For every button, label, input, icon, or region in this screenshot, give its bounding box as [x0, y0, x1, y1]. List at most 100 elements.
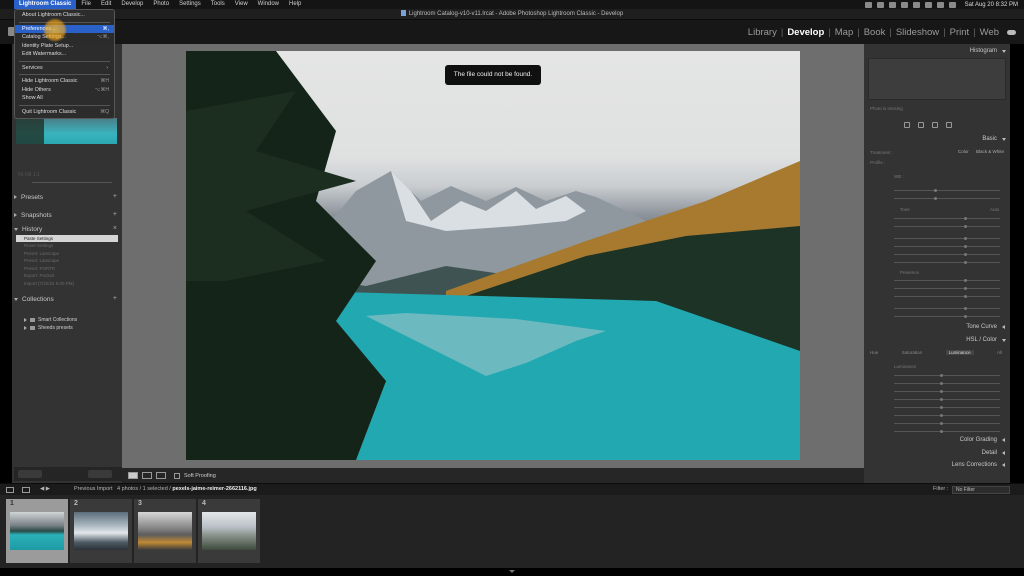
lum-red-slider[interactable]	[894, 374, 1000, 377]
collection-item[interactable]: Sheeds presets	[16, 324, 118, 332]
lum-purple-slider[interactable]	[894, 422, 1000, 425]
history-item[interactable]: Preset: Lanscape	[16, 250, 118, 257]
lum-magenta-slider[interactable]	[894, 430, 1000, 433]
lum-green-slider[interactable]	[894, 398, 1000, 401]
lum-aqua-slider[interactable]	[894, 406, 1000, 409]
history-item[interactable]: Preset: Lanscape	[16, 257, 118, 264]
menu-services[interactable]: Services ›	[15, 64, 114, 73]
color-grading-header[interactable]: Color Grading	[867, 435, 1007, 446]
menu-hide-others[interactable]: Hide Others ⌥⌘H	[15, 86, 114, 95]
healing-tool-icon[interactable]	[918, 122, 924, 128]
filmstrip-cell[interactable]: 3	[134, 499, 196, 563]
menu-hide-app[interactable]: Hide Lightroom Classic ⌘H	[15, 77, 114, 86]
menu-view[interactable]: View	[230, 0, 253, 9]
module-slideshow[interactable]: Slideshow	[892, 27, 943, 38]
lum-yellow-slider[interactable]	[894, 390, 1000, 393]
history-item[interactable]: Export: Portrait	[16, 272, 118, 279]
menu-window[interactable]: Window	[253, 0, 284, 9]
module-print[interactable]: Print	[946, 27, 974, 38]
main-photo[interactable]	[186, 51, 800, 460]
cloud-sync-icon[interactable]	[1007, 30, 1016, 35]
histogram-header[interactable]: Histogram	[867, 46, 1007, 57]
temp-slider[interactable]	[894, 189, 1000, 192]
bluetooth-icon[interactable]	[900, 1, 908, 8]
navigator-zoom-options[interactable]: Fit Fill 1:1	[18, 172, 114, 178]
before-after-icon[interactable]	[142, 472, 152, 479]
menu-edit[interactable]: Edit	[96, 0, 116, 9]
tab-saturation[interactable]: Saturation	[902, 350, 923, 355]
tint-slider[interactable]	[894, 197, 1000, 200]
battery-icon[interactable]	[912, 1, 920, 8]
contrast-slider[interactable]	[894, 225, 1000, 228]
tab-luminance[interactable]: Luminance	[945, 350, 974, 355]
lum-blue-slider[interactable]	[894, 414, 1000, 417]
module-library[interactable]: Library	[744, 27, 781, 38]
snapshots-header[interactable]: Snapshots +	[14, 209, 120, 221]
texture-slider[interactable]	[894, 279, 1000, 282]
vibrance-slider[interactable]	[894, 307, 1000, 310]
whites-slider[interactable]	[894, 253, 1000, 256]
control-center-icon[interactable]	[948, 1, 956, 8]
module-map[interactable]: Map	[831, 27, 857, 38]
tab-all[interactable]: All	[997, 350, 1002, 355]
lens-corrections-header[interactable]: Lens Corrections	[867, 460, 1007, 471]
basic-header[interactable]: Basic	[867, 134, 1007, 145]
volume-icon[interactable]	[888, 1, 896, 8]
menu-help[interactable]: Help	[284, 0, 306, 9]
module-web[interactable]: Web	[976, 27, 1003, 38]
dehaze-slider[interactable]	[894, 295, 1000, 298]
copy-button[interactable]	[18, 470, 42, 478]
treatment-color[interactable]: Color	[958, 149, 969, 154]
navigator-preview[interactable]	[16, 118, 117, 144]
tone-curve-header[interactable]: Tone Curve	[867, 322, 1007, 333]
crop-tool-icon[interactable]	[904, 122, 910, 128]
collections-header[interactable]: Collections +	[14, 293, 120, 305]
loupe-view-icon[interactable]	[128, 472, 138, 479]
clarity-slider[interactable]	[894, 287, 1000, 290]
filmstrip-source[interactable]: Previous Import	[74, 486, 113, 492]
menu-develop[interactable]: Develop	[116, 0, 148, 9]
soft-proofing-checkbox[interactable]	[174, 472, 180, 479]
dropbox-icon[interactable]	[864, 1, 872, 8]
presets-header[interactable]: Presets +	[14, 191, 120, 203]
exposure-slider[interactable]	[894, 217, 1000, 220]
red-eye-tool-icon[interactable]	[932, 122, 938, 128]
tone-auto[interactable]: Auto	[990, 207, 999, 212]
history-item[interactable]: Preset: PORTR	[16, 265, 118, 272]
collection-item[interactable]: Smart Collections	[16, 316, 118, 324]
add-icon[interactable]: +	[113, 211, 117, 218]
menu-settings[interactable]: Settings	[174, 0, 206, 9]
history-item[interactable]: Reset Settings	[16, 242, 118, 249]
collapse-filmstrip-icon[interactable]	[509, 570, 515, 573]
detail-header[interactable]: Detail	[867, 448, 1007, 459]
wifi-icon[interactable]	[924, 1, 932, 8]
history-item[interactable]: Paste Settings	[16, 235, 118, 242]
menu-lightroom-classic[interactable]: Lightroom Classic	[14, 0, 77, 9]
nav-arrows-icon[interactable]: ◀ ▶	[40, 486, 50, 492]
menu-quit[interactable]: Quit Lightroom Classic ⌘Q	[15, 108, 114, 117]
navigator-slider[interactable]	[32, 182, 112, 183]
add-icon[interactable]: +	[113, 295, 117, 302]
search-icon[interactable]	[936, 1, 944, 8]
menu-clock[interactable]: Sat Aug 20 8:32 PM	[965, 2, 1018, 8]
menu-identity-plate[interactable]: Identity Plate Setup...	[15, 42, 114, 51]
secondary-display-icon[interactable]	[6, 487, 14, 493]
before-after-split-icon[interactable]	[156, 472, 166, 479]
menu-edit-watermarks[interactable]: Edit Watermarks...	[15, 50, 114, 59]
paste-button[interactable]	[88, 470, 112, 478]
lum-orange-slider[interactable]	[894, 382, 1000, 385]
module-book[interactable]: Book	[860, 27, 890, 38]
filter-select[interactable]: No Filter	[952, 486, 1010, 494]
hsl-header[interactable]: HSL / Color	[867, 335, 1007, 346]
clear-icon[interactable]: ×	[113, 225, 117, 232]
treatment-bw[interactable]: Black & White	[976, 149, 1004, 154]
history-header[interactable]: History ×	[14, 223, 120, 235]
filmstrip-cell[interactable]: 4	[198, 499, 260, 563]
add-icon[interactable]: +	[113, 193, 117, 200]
history-item[interactable]: Import (7/22/22 6:00 PM)	[16, 280, 118, 287]
filmstrip-cell[interactable]: 1	[6, 499, 68, 563]
grid-view-icon[interactable]	[22, 487, 30, 493]
highlights-slider[interactable]	[894, 237, 1000, 240]
masking-tool-icon[interactable]	[946, 122, 952, 128]
menu-file[interactable]: File	[76, 0, 96, 9]
